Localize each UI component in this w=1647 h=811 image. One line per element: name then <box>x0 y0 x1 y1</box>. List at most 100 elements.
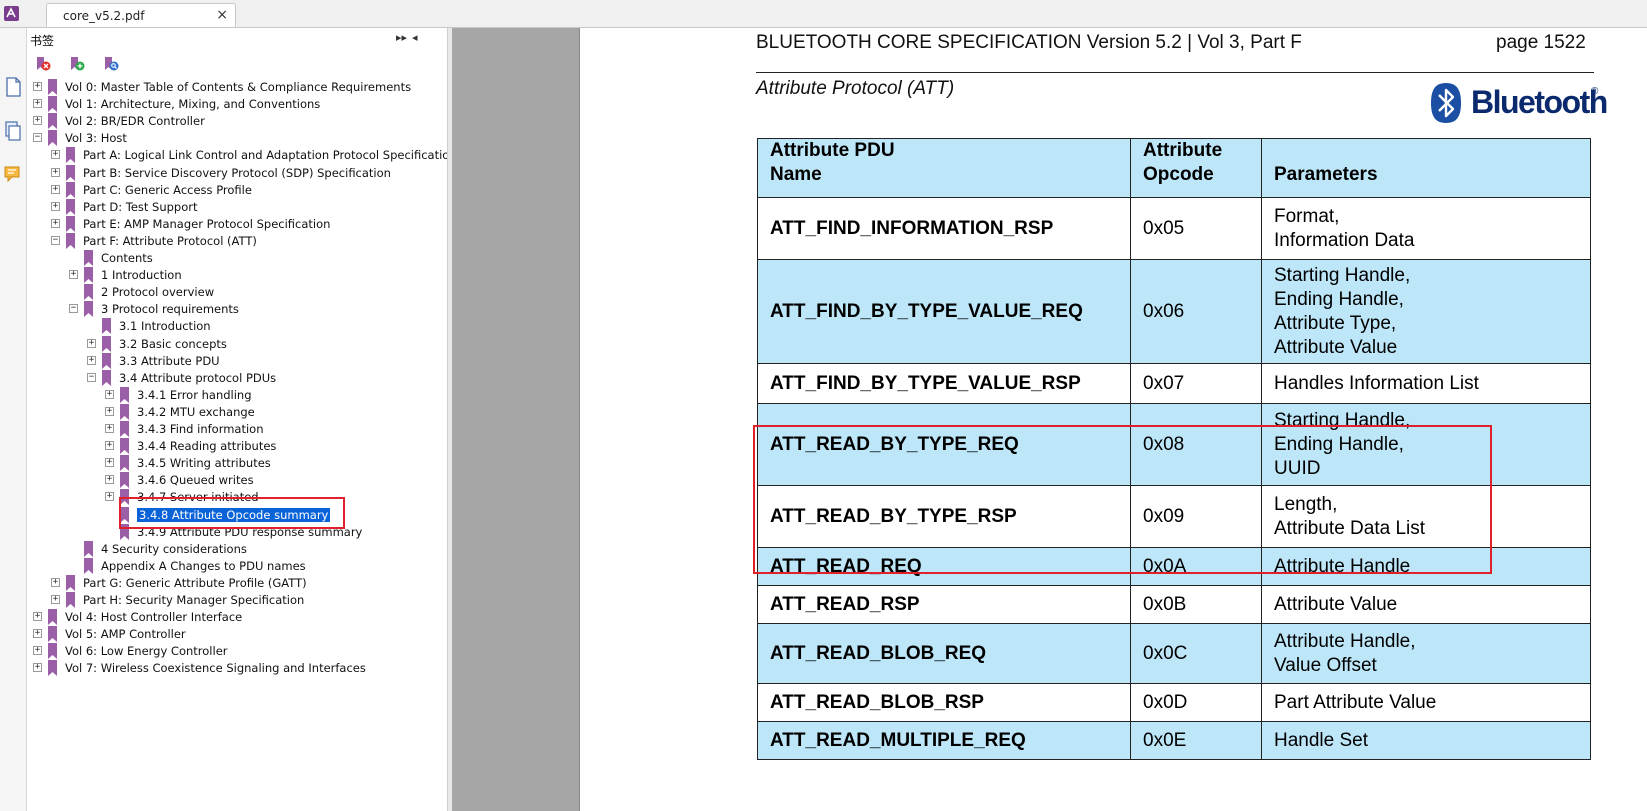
document-tab[interactable]: core_v5.2.pdf × <box>46 3 236 27</box>
bookmark-label: Vol 1: Architecture, Mixing, and Convent… <box>65 97 321 112</box>
bookmark-item[interactable]: + Part D: Test Support <box>27 198 447 216</box>
table-header-row: Attribute PDU Name Attribute Opcode Parame… <box>757 138 1591 198</box>
parameter-line: Ending Handle, <box>1274 288 1404 310</box>
bookmark-item[interactable]: 3.1 Introduction <box>27 317 447 335</box>
bookmark-item[interactable]: +3.4.4 Reading attributes <box>27 437 447 455</box>
expand-icon[interactable]: + <box>51 150 60 160</box>
collapse-panel-icon[interactable]: ◂ <box>412 31 418 44</box>
expand-icon[interactable]: + <box>105 475 114 485</box>
bookmark-item[interactable]: + Vol 1: Architecture, Mixing, and Conven… <box>27 95 447 113</box>
bookmark-item[interactable]: + Part A: Logical Link Control and Adapta… <box>27 146 457 164</box>
bookmark-item[interactable]: + Part G: Generic Attribute Profile (GATT… <box>27 574 447 592</box>
bookmark-item[interactable]: + Part C: Generic Access Profile <box>27 181 447 199</box>
bookmark-icon <box>84 267 93 284</box>
expand-icon[interactable]: + <box>105 441 114 451</box>
close-icon[interactable]: × <box>216 7 228 23</box>
expand-icon[interactable]: + <box>87 338 96 348</box>
parameters-cell: Format, Information Data <box>1261 197 1591 260</box>
logo-text: Bluetooth <box>1471 84 1608 120</box>
bookmark-item[interactable]: + Vol 6: Low Energy Controller <box>27 642 447 660</box>
expand-icon[interactable]: + <box>51 201 60 211</box>
expand-icon[interactable]: + <box>33 99 42 109</box>
comments-icon[interactable] <box>3 164 23 186</box>
expand-icon[interactable]: + <box>33 116 42 126</box>
expand-icon[interactable]: + <box>105 389 114 399</box>
expand-icon[interactable]: + <box>105 492 114 502</box>
bookmark-item[interactable]: − Part F: Attribute Protocol (ATT) <box>27 232 447 250</box>
highlight-box <box>119 497 345 529</box>
page-icon[interactable] <box>3 76 23 98</box>
pdu-name-cell: ATT_FIND_BY_TYPE_VALUE_REQ <box>757 259 1131 364</box>
tab-bar: core_v5.2.pdf × <box>0 0 1647 28</box>
expand-icon[interactable]: + <box>33 82 42 91</box>
collapse-icon[interactable]: − <box>51 235 60 245</box>
bookmark-item[interactable]: +3.3 Attribute PDU <box>27 352 447 370</box>
bookmark-label: Part G: Generic Attribute Profile (GATT) <box>83 575 307 590</box>
collapse-icon[interactable]: − <box>87 372 96 382</box>
expand-icon[interactable]: + <box>87 355 96 365</box>
bookmark-icon <box>66 181 75 198</box>
bookmark-icon <box>48 626 57 643</box>
parameters-cell: Handle Set <box>1261 721 1591 760</box>
table-row: ATT_FIND_BY_TYPE_VALUE_REQ 0x06 Starting H… <box>757 259 1591 364</box>
collapse-icon[interactable]: − <box>33 133 42 143</box>
expand-icon[interactable]: + <box>105 458 114 468</box>
bookmark-item[interactable]: +3.4.6 Queued writes <box>27 471 447 489</box>
bookmark-item[interactable]: Contents <box>27 249 447 267</box>
bookmark-label: 3.4.4 Reading attributes <box>137 439 277 454</box>
expand-icon[interactable]: + <box>33 646 42 656</box>
opcode-cell: 0x0B <box>1130 585 1262 624</box>
add-bookmark-icon[interactable] <box>69 56 85 72</box>
bookmark-item[interactable]: 4 Security considerations <box>27 540 447 558</box>
bookmark-icon <box>66 147 75 164</box>
parameter-line: Attribute Value <box>1274 593 1398 615</box>
bookmark-item[interactable]: + Vol 0: Master Table of Contents & Compl… <box>27 78 447 96</box>
bookmarks-title: 书签 <box>30 34 55 48</box>
opcode-cell: 0x06 <box>1130 259 1262 364</box>
bookmark-item[interactable]: + Vol 5: AMP Controller <box>27 625 447 643</box>
expand-icon[interactable]: + <box>69 270 78 280</box>
bookmark-item[interactable]: +3.2 Basic concepts <box>27 335 447 353</box>
expand-icon[interactable]: + <box>51 577 60 587</box>
table-row: ATT_READ_RSP 0x0B Attribute Value <box>757 585 1591 624</box>
collapse-icon[interactable]: − <box>69 304 78 314</box>
bookmark-icon <box>120 386 129 403</box>
expand-icon[interactable]: + <box>51 595 60 604</box>
parameter-line: Handles Information List <box>1274 372 1479 394</box>
expand-icon[interactable]: + <box>51 167 60 177</box>
bookmark-icon <box>120 472 129 489</box>
expand-icon[interactable]: + <box>105 406 114 416</box>
find-bookmark-icon[interactable] <box>103 56 119 72</box>
bookmark-item[interactable]: +1 Introduction <box>27 266 447 284</box>
expand-icon[interactable]: + <box>51 218 60 228</box>
table-highlight-box <box>753 425 1492 574</box>
expand-icon[interactable]: + <box>51 184 60 194</box>
expand-panel-icon[interactable]: ▸▸ <box>396 31 407 44</box>
bookmark-item[interactable]: +3.4.5 Writing attributes <box>27 454 447 472</box>
expand-icon[interactable]: + <box>33 663 42 673</box>
app-logo-icon[interactable] <box>3 5 20 22</box>
bookmark-item[interactable]: + Vol 7: Wireless Coexistence Signaling a… <box>27 659 447 677</box>
bookmark-item[interactable]: + Vol 4: Host Controller Interface <box>27 608 447 626</box>
bookmark-item[interactable]: + Vol 2: BR/EDR Controller <box>27 112 447 130</box>
bookmark-item[interactable]: − Vol 3: Host <box>27 129 447 147</box>
bookmark-item[interactable]: − 3 Protocol requirements <box>27 300 447 318</box>
expand-icon[interactable]: + <box>33 629 42 639</box>
bookmark-label: 3.3 Attribute PDU <box>119 353 220 368</box>
column-header-opcode: Attribute Opcode <box>1130 138 1262 198</box>
bookmark-item[interactable]: + Part B: Service Discovery Protocol (SDP… <box>27 164 447 182</box>
bookmark-label: Vol 5: AMP Controller <box>65 627 186 642</box>
bookmark-item[interactable]: +3.4.2 MTU exchange <box>27 403 447 421</box>
bookmark-item[interactable]: +3.4.3 Find information <box>27 420 447 438</box>
expand-icon[interactable]: + <box>33 612 42 622</box>
bookmark-item[interactable]: +3.4.1 Error handling <box>27 386 447 404</box>
bookmark-item[interactable]: 2 Protocol overview <box>27 283 447 301</box>
bookmark-item[interactable]: + Part E: AMP Manager Protocol Specificat… <box>27 215 447 233</box>
bookmark-item[interactable]: + Part H: Security Manager Specification <box>27 591 447 609</box>
bookmark-item[interactable]: Appendix A Changes to PDU names <box>27 557 447 575</box>
bookmark-item[interactable]: − 3.4 Attribute protocol PDUs <box>27 369 447 387</box>
delete-bookmark-icon[interactable] <box>35 56 51 72</box>
thumbnails-icon[interactable] <box>3 120 23 142</box>
opcode-cell: 0x0E <box>1130 721 1262 760</box>
expand-icon[interactable]: + <box>105 424 114 433</box>
